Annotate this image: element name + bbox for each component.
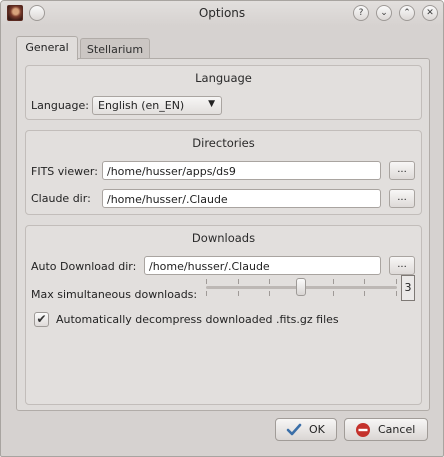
slider-tick [206, 291, 207, 296]
decompress-label[interactable]: Automatically decompress downloaded .fit… [56, 313, 339, 326]
claude-dir-label: Claude dir: [31, 192, 91, 205]
ok-button[interactable]: OK [275, 418, 337, 441]
slider-tick [269, 291, 270, 296]
slider-tick [269, 279, 270, 284]
slider-tick [396, 291, 397, 296]
slider-tick [206, 279, 207, 284]
decompress-checkbox[interactable]: ✔ [34, 312, 49, 327]
tab-stellarium-label: Stellarium [86, 43, 144, 56]
slider-tick [364, 279, 365, 284]
slider-tick [364, 291, 365, 296]
check-icon: ✔ [36, 312, 47, 326]
downloads-group-title: Downloads [191, 231, 256, 245]
options-dialog: Options ? ⌄ ⌃ ✕ General Stellarium Langu… [0, 0, 444, 457]
language-group-title: Language [195, 71, 252, 85]
slider-tick [238, 291, 239, 296]
slider-tick [238, 279, 239, 284]
language-group: Language Language: English (en_EN) ▼ [25, 65, 422, 120]
claude-dir-input[interactable] [102, 189, 381, 208]
cancel-button-label: Cancel [378, 423, 416, 436]
directories-group-title: Directories [192, 136, 255, 150]
cancel-icon [356, 423, 370, 437]
max-downloads-slider[interactable] [206, 272, 397, 302]
checkmark-icon [286, 423, 302, 436]
tab-general-label: General [25, 41, 69, 54]
max-downloads-value[interactable]: 3 [401, 275, 415, 301]
max-downloads-label: Max simultaneous downloads: [31, 288, 198, 301]
slider-handle[interactable] [296, 278, 306, 296]
language-select-value: English (en_EN) [98, 99, 185, 112]
claude-dir-browse-button[interactable]: ... [389, 189, 415, 208]
cancel-button[interactable]: Cancel [344, 418, 428, 441]
auto-download-dir-label: Auto Download dir: [31, 260, 137, 273]
general-tab-panel: Language Language: English (en_EN) ▼ Dir… [16, 58, 430, 411]
maximize-button[interactable]: ⌃ [399, 5, 415, 21]
fits-viewer-input[interactable] [102, 161, 381, 180]
slider-tick [396, 279, 397, 284]
close-button[interactable]: ✕ [422, 5, 438, 21]
fits-viewer-browse-button[interactable]: ... [389, 161, 415, 180]
directories-group: Directories FITS viewer: ... Claude dir:… [25, 130, 422, 215]
tab-stellarium[interactable]: Stellarium [80, 38, 150, 60]
tab-general[interactable]: General [16, 36, 78, 60]
slider-tick [333, 279, 334, 284]
help-button[interactable]: ? [353, 5, 369, 21]
ok-button-label: OK [309, 423, 325, 436]
language-label: Language: [31, 99, 89, 112]
title-bar[interactable]: Options ? ⌄ ⌃ ✕ [1, 1, 443, 26]
minimize-button[interactable]: ⌄ [376, 5, 392, 21]
language-select[interactable]: English (en_EN) ▼ [92, 96, 222, 115]
chevron-down-icon: ▼ [208, 99, 215, 109]
fits-viewer-label: FITS viewer: [31, 165, 98, 178]
slider-tick [333, 291, 334, 296]
downloads-group: Downloads Auto Download dir: ... Max sim… [25, 225, 422, 405]
